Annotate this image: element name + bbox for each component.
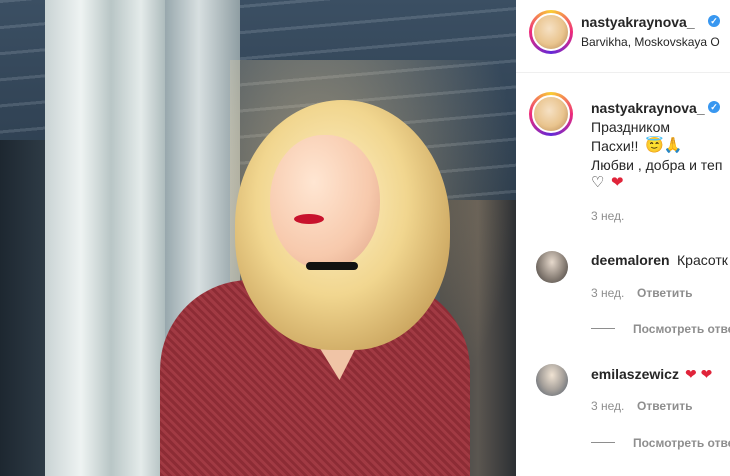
red-lips [294,214,324,224]
caption-line-3: Любви , добра и теп [591,157,723,173]
choker-necklace [306,262,358,270]
header-username[interactable]: nastyakraynova_ [581,14,695,30]
comment-avatar[interactable] [536,364,568,396]
post-photo[interactable] [0,0,516,476]
comment-username[interactable]: deemaloren [591,252,670,268]
comment-avatar[interactable] [536,251,568,283]
verified-badge-icon: ✓ [708,101,720,113]
caption-line-2: Пасхи!! [591,138,639,154]
view-replies-button[interactable]: Посмотреть отве [633,436,730,450]
caption-emoji: 😇🙏 [645,137,683,154]
view-replies-button[interactable]: Посмотреть отве [633,322,730,336]
author-avatar[interactable] [529,10,573,54]
caption-time[interactable]: 3 нед. [591,209,624,223]
caption-line-1: Праздником [591,119,671,135]
post-header: nastyakraynova_ ✓ Barvikha, Moskovskaya … [516,0,730,73]
face [270,135,380,270]
comment-username[interactable]: emilaszewicz [591,366,679,382]
comment-time[interactable]: 3 нед. [591,399,624,413]
replies-divider [591,442,615,443]
caption-avatar[interactable] [529,92,573,136]
verified-badge-icon: ✓ [708,15,720,27]
curtain-left [45,0,165,476]
white-heart-icon: ♡ [591,174,605,191]
author-avatar-image [532,13,570,51]
replies-divider [591,328,615,329]
reply-button[interactable]: Ответить [637,286,692,300]
curtain-shadow [0,140,48,476]
location-link[interactable]: Barvikha, Moskovskaya O [581,35,720,49]
comment-text: Красотк [677,252,728,268]
comment-time[interactable]: 3 нед. [591,286,624,300]
comment-text: ❤ ❤ [685,366,713,382]
caption-avatar-image [532,95,570,133]
post-side-panel: nastyakraynova_ ✓ Barvikha, Moskovskaya … [516,0,730,476]
reply-button[interactable]: Ответить [637,399,692,413]
red-heart-icon: ❤ [611,174,624,191]
caption-username[interactable]: nastyakraynova_ [591,100,705,116]
